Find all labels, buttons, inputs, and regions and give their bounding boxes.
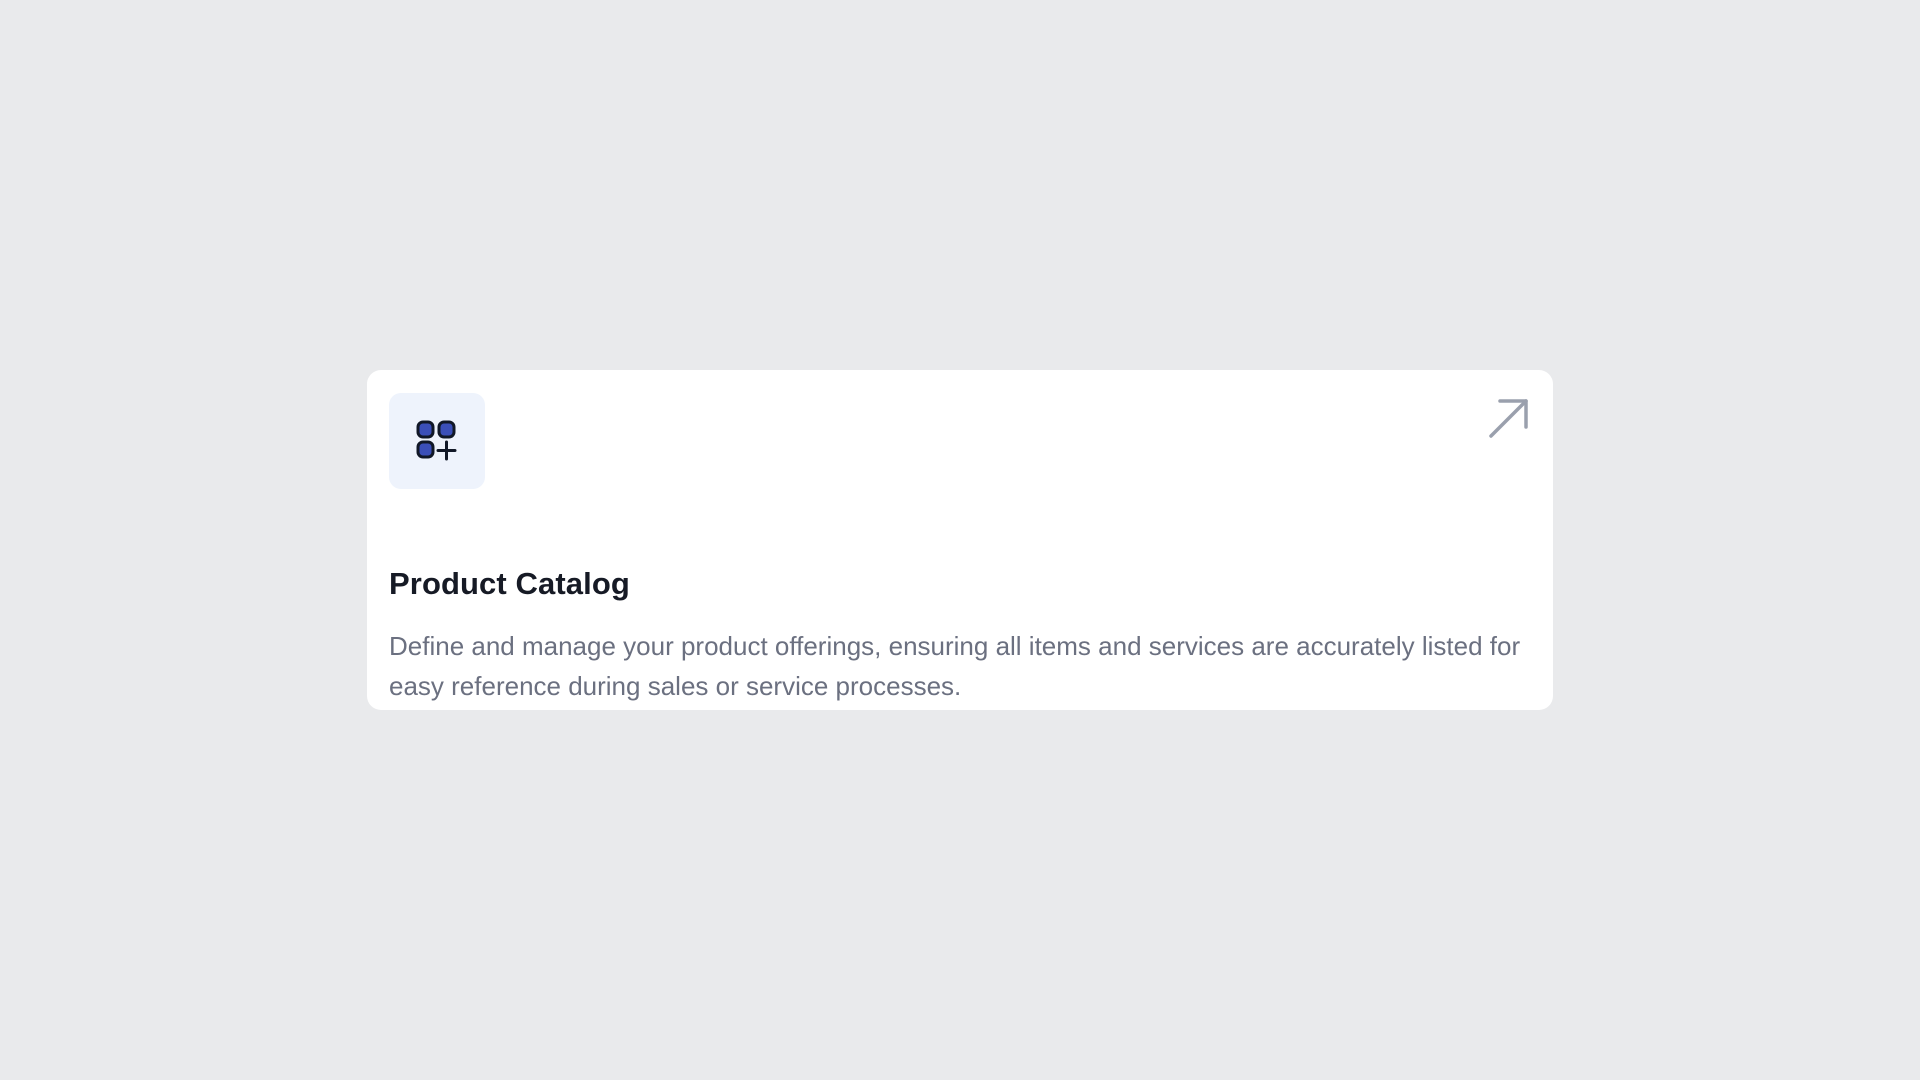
apps-add-icon <box>416 420 457 461</box>
product-catalog-card[interactable]: Product Catalog Define and manage your p… <box>367 370 1553 710</box>
open-card-link[interactable] <box>1487 396 1531 440</box>
card-icon-tile <box>389 393 485 489</box>
page-background: Product Catalog Define and manage your p… <box>0 0 1920 1080</box>
card-description: Define and manage your product offerings… <box>389 631 1521 702</box>
arrow-up-right-icon <box>1489 399 1528 438</box>
card-title: Product Catalog <box>389 566 630 601</box>
